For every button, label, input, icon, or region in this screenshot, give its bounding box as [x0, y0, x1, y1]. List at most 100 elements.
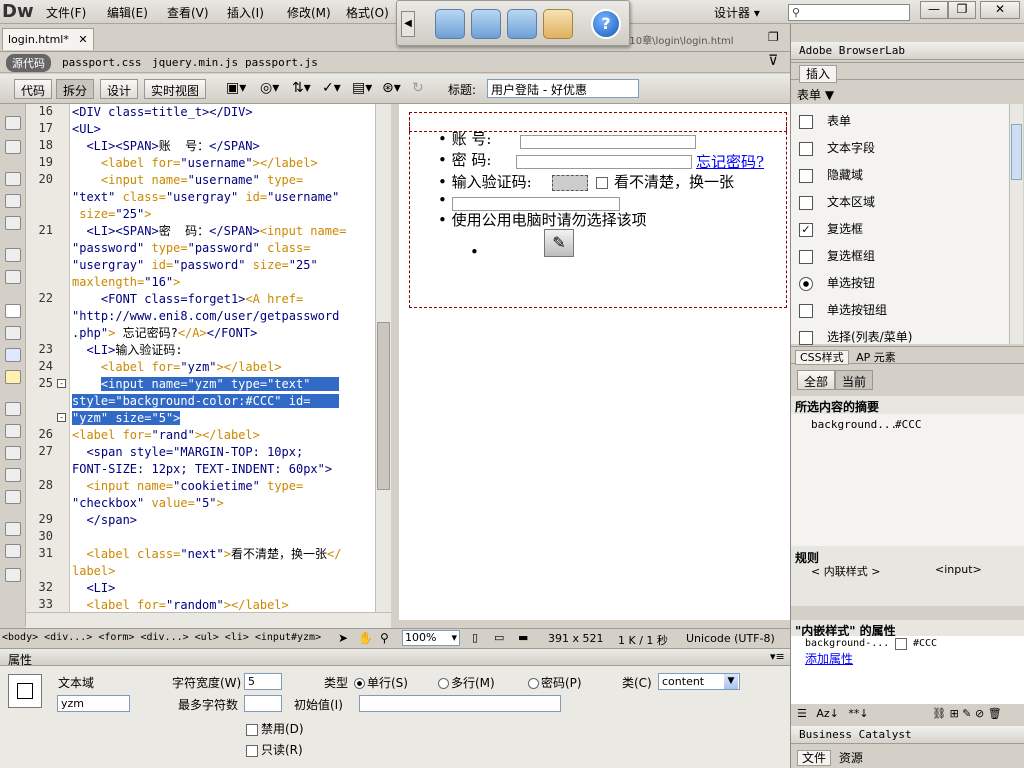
visual-aids-icon[interactable]: ▤▾	[352, 80, 372, 96]
edit-rule-icon[interactable]: ✎	[962, 707, 971, 720]
properties-header[interactable]: 属性 ▾≡	[0, 648, 790, 667]
window-size[interactable]: 391 x 521	[548, 632, 604, 645]
zoom-tool-icon[interactable]: ⚲	[380, 631, 389, 645]
char-width-input[interactable]: 5	[244, 673, 282, 690]
insert-radio[interactable]: 单选按钮	[799, 274, 875, 296]
rule-input[interactable]: <input>	[935, 563, 982, 576]
refresh-icon[interactable]: ↻	[412, 80, 424, 96]
help-search-input[interactable]: ⚲	[788, 4, 910, 21]
delete-rule-icon[interactable]: 🗑	[988, 707, 1002, 720]
highlight-invalid-icon[interactable]	[5, 326, 21, 340]
workspace-switcher[interactable]: 设计器 ▾	[714, 4, 760, 21]
scrollbar-thumb[interactable]	[1011, 124, 1022, 180]
menu-insert[interactable]: 插入(I)	[227, 4, 264, 21]
menu-view[interactable]: 查看(V)	[167, 4, 209, 21]
help-icon[interactable]: ?	[591, 9, 621, 39]
show-code-navigator-icon[interactable]	[5, 140, 21, 154]
type-password-radio[interactable]: 密码(P)	[528, 674, 582, 691]
submit-image-icon[interactable]: ✎	[544, 229, 574, 257]
readonly-checkbox[interactable]: 只读(R)	[246, 741, 303, 758]
source-code-button[interactable]: 源代码	[6, 54, 51, 72]
apply-comment-icon[interactable]	[5, 402, 21, 416]
restore-doc-icon[interactable]: ❐	[768, 30, 779, 44]
open-documents-icon[interactable]	[5, 116, 21, 130]
expand-all-icon[interactable]	[5, 216, 21, 230]
balance-braces-icon[interactable]	[5, 270, 21, 284]
menu-edit[interactable]: 编辑(E)	[107, 4, 148, 21]
username-input[interactable]	[520, 135, 696, 149]
user-check-icon[interactable]	[435, 9, 465, 39]
color-swatch[interactable]	[895, 638, 907, 650]
related-file-passport[interactable]: passport.js	[245, 56, 318, 69]
zoom-select[interactable]: 100% ▾	[402, 630, 460, 646]
collapse-icon[interactable]: -	[57, 379, 66, 388]
user-grid-icon[interactable]	[471, 9, 501, 39]
hand-tool-icon[interactable]: ✋	[358, 631, 373, 645]
captcha-input[interactable]	[552, 175, 588, 191]
type-single-radio[interactable]: 单行(S)	[354, 674, 408, 691]
recent-snippets-icon[interactable]	[5, 468, 21, 482]
forgot-password-link[interactable]: 忘记密码?	[696, 151, 764, 172]
validate-icon[interactable]: ⊛▾	[382, 80, 401, 96]
insert-form[interactable]: 表单	[799, 112, 851, 134]
restore-button[interactable]: ❐	[948, 1, 976, 19]
insert-textarea[interactable]: 文本区域	[799, 193, 875, 215]
tab-login-html[interactable]: login.html* ✕	[2, 28, 94, 50]
live-view-button[interactable]: 实时视图	[144, 79, 207, 99]
related-file-css[interactable]: passport.css	[62, 56, 141, 69]
max-chars-input[interactable]	[244, 695, 282, 712]
code-vertical-scrollbar[interactable]	[375, 104, 391, 612]
pointer-tool-icon[interactable]: ➤	[338, 631, 348, 645]
set-props-icon[interactable]: **↓	[848, 707, 868, 720]
code-editor[interactable]: <DIV class=title_t></DIV> <UL> <LI><SPAN…	[70, 104, 375, 612]
alpha-view-icon[interactable]: Az↓	[816, 707, 839, 720]
close-tab-icon[interactable]: ✕	[78, 33, 87, 46]
line-numbers-icon[interactable]	[5, 304, 21, 318]
prop-row-name[interactable]: background-...	[805, 638, 889, 649]
current-mode-button[interactable]: 当前	[835, 370, 874, 390]
class-select[interactable]: content ▼	[658, 673, 740, 690]
format-source-icon[interactable]	[5, 568, 21, 582]
move-css-icon[interactable]	[5, 490, 21, 504]
select-parent-tag-icon[interactable]	[5, 248, 21, 262]
indent-code-icon[interactable]	[5, 522, 21, 536]
folder-arrow-icon[interactable]	[543, 9, 573, 39]
split-view-button[interactable]: 拆分	[56, 79, 95, 99]
tablet-size-icon[interactable]: ▭	[494, 631, 504, 644]
rule-inline[interactable]: < 内联样式 >	[811, 563, 880, 579]
users-icon[interactable]	[507, 9, 537, 39]
field-name-input[interactable]: yzm	[57, 695, 130, 712]
assets-tab[interactable]: 资源	[839, 751, 863, 765]
insert-checkbox-group[interactable]: 复选框组	[799, 247, 875, 269]
outdent-code-icon[interactable]	[5, 544, 21, 558]
insert-scrollbar[interactable]	[1009, 104, 1023, 344]
attach-stylesheet-icon[interactable]: ⛓	[932, 707, 946, 720]
scrollbar-thumb[interactable]	[377, 322, 390, 490]
collapse-tag-icon[interactable]	[5, 172, 21, 186]
type-multi-radio[interactable]: 多行(M)	[438, 674, 495, 691]
disabled-checkbox[interactable]: 禁用(D)	[246, 720, 304, 737]
panel-menu-icon[interactable]: ▾≡	[770, 650, 785, 663]
cookie-checkbox[interactable]	[596, 177, 608, 189]
design-view[interactable]: • 账 号: • 密 码: 忘记密码? • 输入验证码: 看不清楚，换一张 • …	[395, 104, 790, 626]
code-view-button[interactable]: 代码	[14, 79, 53, 99]
word-wrap-icon[interactable]	[5, 348, 21, 362]
css-styles-tab[interactable]: CSS样式	[795, 350, 849, 365]
code-horizontal-scrollbar[interactable]	[26, 612, 391, 628]
mobile-size-icon[interactable]: ▯	[472, 631, 478, 644]
files-tab[interactable]: 文件	[797, 750, 832, 766]
menu-file[interactable]: 文件(F)	[46, 4, 86, 21]
new-rule-icon[interactable]: ⊞	[950, 707, 959, 720]
filter-icon[interactable]: ⊽	[768, 53, 778, 69]
check-browser-icon[interactable]: ✓▾	[322, 80, 341, 96]
page-title-input[interactable]: 用户登陆 - 好优惠	[487, 79, 639, 98]
insert-tab[interactable]: 插入	[799, 65, 838, 83]
insert-text-field[interactable]: 文本字段	[799, 139, 875, 161]
file-management-icon[interactable]: ⇅▾	[292, 80, 311, 96]
insert-hidden-field[interactable]: 隐藏域	[799, 166, 863, 188]
add-property-link[interactable]: 添加属性	[805, 650, 853, 667]
collapse-selection-icon[interactable]	[5, 194, 21, 208]
browser-preview-icon[interactable]: ◎▾	[260, 80, 279, 96]
prop-row-value[interactable]: #CCC	[913, 638, 937, 649]
design-view-button[interactable]: 设计	[100, 79, 139, 99]
